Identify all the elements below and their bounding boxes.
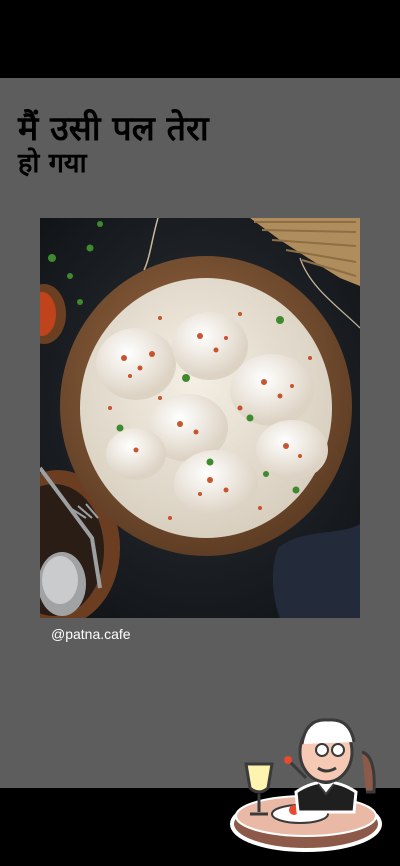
headline-line-1: मैं उसी पल तेरा — [18, 109, 209, 149]
headline-line-2: हो गया — [18, 148, 87, 179]
top-bar — [0, 0, 400, 78]
instagram-handle[interactable]: @patna.cafe — [51, 626, 131, 642]
post-headline: मैं उसी पल तेरा हो गया — [18, 112, 209, 177]
food-photo[interactable] — [40, 218, 360, 618]
restaurant-mascot-icon — [226, 712, 386, 862]
